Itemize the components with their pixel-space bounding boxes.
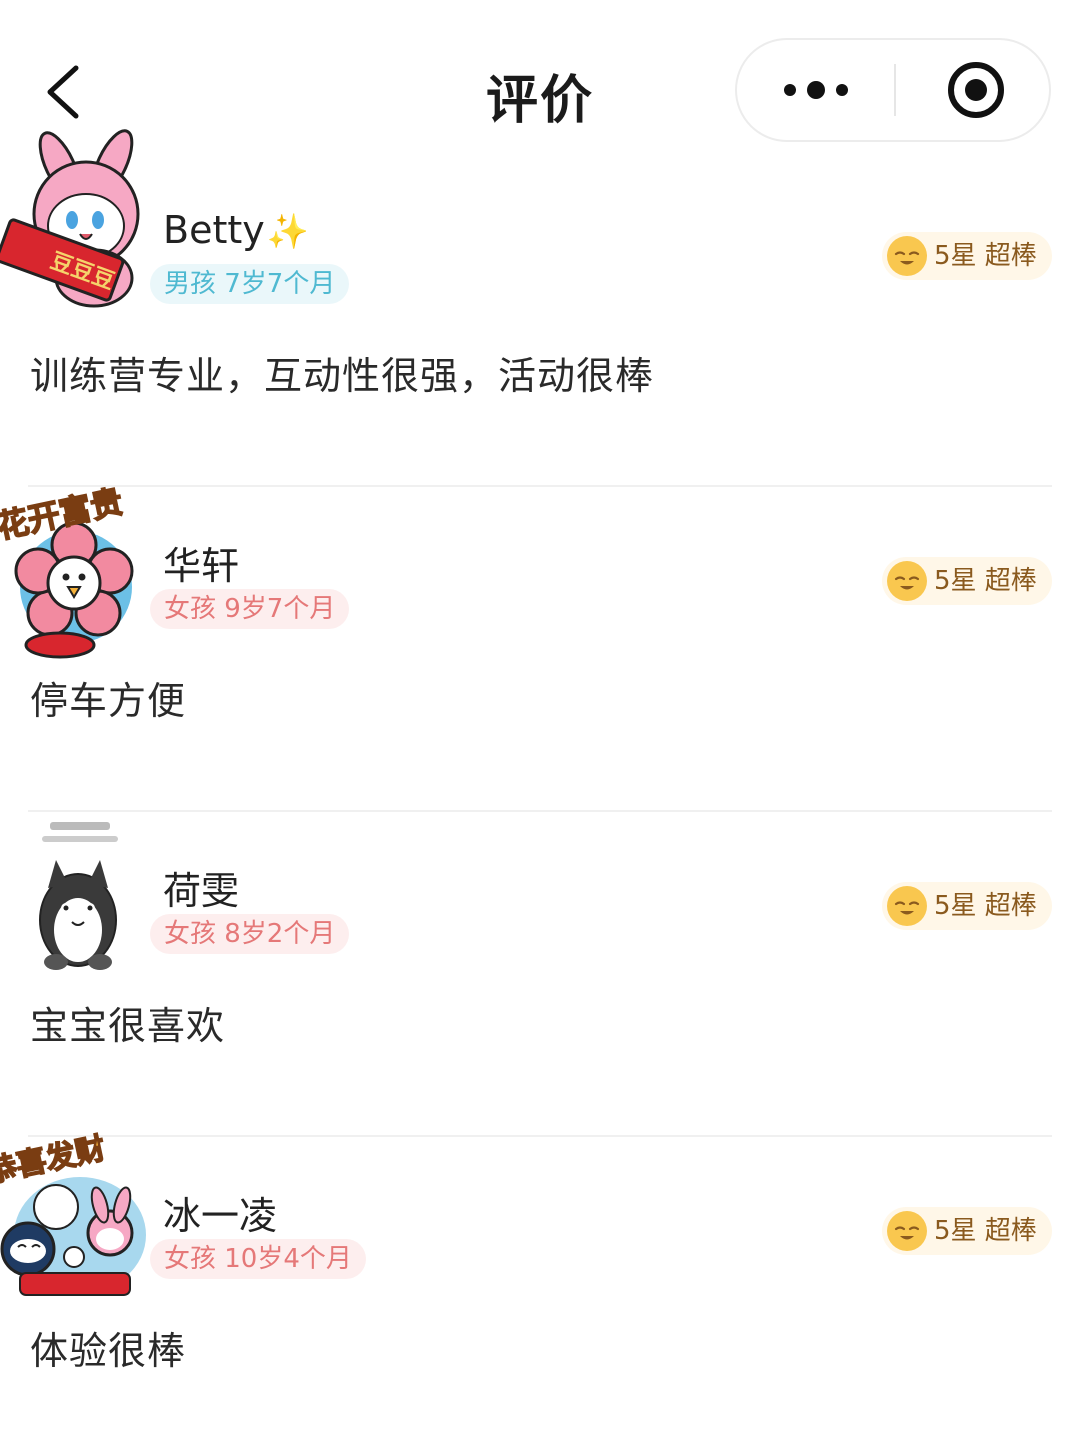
user-name: 荷雯 [163,860,239,915]
user-name-text: 华轩 [163,544,240,588]
avatar[interactable]: 恭喜发财 [0,1117,148,1317]
review-card: 恭喜发财 冰一凌 女孩 10岁4个月 5星 超棒 体验很棒 [0,1115,1080,1440]
sparkle-emoji: ✨ [266,212,310,252]
mini-program-capsule [735,38,1051,142]
review-content: 训练营专业，互动性很强，活动很棒 [30,354,655,398]
rating-text: 5星 超棒 [934,1216,1037,1246]
review-list: 豆豆豆 Betty✨ 男孩 7岁7个月 5星 超棒 训练营专业，互动性很强，活动… [0,129,1080,1440]
user-name-text: 荷雯 [163,869,240,913]
rating-badge: 5星 超棒 [882,882,1052,930]
chevron-left-icon [47,65,79,119]
more-button[interactable] [737,40,895,140]
pink-bunny-sticker-icon: 豆豆豆 [0,129,140,308]
smile-face-icon [887,886,927,926]
review-card: 豆豆豆 Betty✨ 男孩 7岁7个月 5星 超棒 训练营专业，互动性很强，活动… [0,129,1080,487]
back-button[interactable] [34,52,104,132]
more-dots-icon [784,81,848,99]
review-content: 宝宝很喜欢 [30,1004,226,1048]
review-page: 评价 豆豆豆 Betty✨ 男孩 7岁7个月 5星 超棒 训练营专业，互动性很强… [0,0,1080,1450]
child-info-tag: 女孩 10岁4个月 [150,1239,366,1279]
avatar[interactable] [0,812,148,1012]
review-card: 荷雯 女孩 8岁2个月 5星 超棒 宝宝很喜欢 [0,790,1080,1137]
fortune-sticker-icon: 恭喜发财 [0,1130,146,1296]
user-name-text: 冰一凌 [163,1194,278,1238]
child-info-tag: 女孩 8岁2个月 [150,914,350,954]
rating-text: 5星 超棒 [934,566,1037,596]
smile-face-icon [887,561,927,601]
review-content: 体验很棒 [30,1329,187,1373]
flower-sticker-icon: 花开富贵 [0,482,134,659]
target-circle-icon [948,62,1004,118]
rating-text: 5星 超棒 [934,891,1037,921]
user-name: 华轩 [163,535,239,590]
user-name-text: Betty [163,208,265,252]
smile-face-icon [887,1211,927,1251]
avatar[interactable]: 豆豆豆 [0,128,148,328]
cat-sticker-icon [39,822,118,970]
user-name: 冰一凌 [163,1185,277,1240]
user-name: Betty✨ [163,208,309,252]
review-card: 花开富贵 华轩 女孩 9岁7个月 5星 超棒 停车方便 [0,465,1080,812]
smile-face-icon [887,236,927,276]
child-info-tag: 女孩 9岁7个月 [150,589,350,629]
child-info-tag: 男孩 7岁7个月 [150,264,350,304]
rating-badge: 5星 超棒 [882,1207,1052,1255]
close-button[interactable] [896,40,1051,140]
avatar[interactable]: 花开富贵 [0,475,148,675]
rating-badge: 5星 超棒 [882,557,1052,605]
review-content: 停车方便 [30,679,187,723]
rating-badge: 5星 超棒 [882,232,1052,280]
rating-text: 5星 超棒 [934,241,1037,271]
